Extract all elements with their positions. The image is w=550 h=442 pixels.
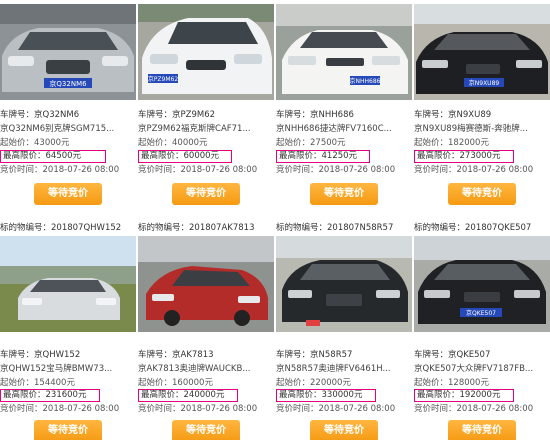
start-price-line: 起始价：128000元 bbox=[414, 378, 489, 388]
bid-time-line: 竞价时间：2018-07-26 08:00 bbox=[276, 404, 396, 414]
vehicle-photo[interactable]: 京N9XU89 bbox=[414, 4, 550, 100]
auction-card: 标的物编号：201807N58R57 车牌号：京N58R57 京N58R57奥迪… bbox=[276, 221, 412, 440]
start-price-line: 起始价：182000元 bbox=[414, 138, 489, 148]
license-plate: 京NHH686 bbox=[350, 77, 381, 85]
wait-bid-button[interactable]: 等待竞价 bbox=[34, 420, 102, 440]
bid-time-line: 竞价时间：2018-07-26 08:00 bbox=[414, 165, 534, 175]
start-price-line: 起始价：160000元 bbox=[138, 378, 213, 388]
bid-time-line: 竞价时间：2018-07-26 08:00 bbox=[138, 165, 258, 175]
lot-number: 标的物编号：201807AK7813 bbox=[138, 223, 255, 233]
bid-time-line: 竞价时间：2018-07-26 08:00 bbox=[0, 165, 120, 175]
start-price-line: 起始价：43000元 bbox=[0, 138, 70, 148]
model-line: 京PZ9M62福克斯牌CAF71... bbox=[138, 124, 251, 134]
wait-bid-button[interactable]: 等待竞价 bbox=[448, 420, 516, 440]
plate-line: 车牌号：京N9XU89 bbox=[414, 110, 492, 120]
vehicle-photo[interactable]: 京Q32NM6 bbox=[0, 4, 136, 100]
white-sedan-image: 京NHH686 bbox=[276, 4, 412, 100]
black-sedan-image: 京QKE507 bbox=[414, 236, 550, 332]
auction-card: 京N9XU89 车牌号：京N9XU89 京N9XU89梅赛德斯-奔驰牌... 起… bbox=[414, 0, 550, 219]
white-hatchback-image: 京PZ9M62 bbox=[138, 4, 274, 100]
model-line: 京QHW152宝马牌BMW73... bbox=[0, 364, 113, 374]
max-price-highlight: 最高限价：41250元 bbox=[276, 150, 370, 163]
plate-line: 车牌号：京PZ9M62 bbox=[138, 110, 216, 120]
model-line: 京N58R57奥迪牌FV6461H... bbox=[276, 364, 391, 374]
bid-time-line: 竞价时间：2018-07-26 08:00 bbox=[0, 404, 120, 414]
plate-line: 车牌号：京QHW152 bbox=[0, 350, 81, 360]
wait-bid-button[interactable]: 等待竞价 bbox=[172, 183, 240, 205]
black-sedan-image: 京N9XU89 bbox=[414, 4, 550, 100]
plate-line: 车牌号：京QKE507 bbox=[414, 350, 491, 360]
wait-bid-button[interactable]: 等待竞价 bbox=[310, 420, 378, 440]
wait-bid-button[interactable]: 等待竞价 bbox=[34, 183, 102, 205]
start-price-line: 起始价：40000元 bbox=[138, 138, 208, 148]
plate-line: 车牌号：京AK7813 bbox=[138, 350, 214, 360]
max-price-highlight: 最高限价：330000元 bbox=[276, 389, 376, 402]
lot-number: 标的物编号：201807QHW152 bbox=[0, 223, 122, 233]
model-line: 京AK7813奥迪牌WAUCKB... bbox=[138, 364, 251, 374]
plate-line: 车牌号：京Q32NM6 bbox=[0, 110, 80, 120]
license-plate: 京QKE507 bbox=[466, 309, 496, 317]
max-price-highlight: 最高限价：231600元 bbox=[0, 389, 100, 402]
model-line: 京Q32NM6别克牌SGM715... bbox=[0, 124, 115, 134]
model-line: 京N9XU89梅赛德斯-奔驰牌... bbox=[414, 124, 528, 134]
lot-number: 标的物编号：201807QKE507 bbox=[414, 223, 532, 233]
wait-bid-button[interactable]: 等待竞价 bbox=[310, 183, 378, 205]
auction-card: 京PZ9M62 车牌号：京PZ9M62 京PZ9M62福克斯牌CAF71... … bbox=[138, 0, 274, 219]
bid-time-line: 竞价时间：2018-07-26 08:00 bbox=[276, 165, 396, 175]
max-price-highlight: 最高限价：240000元 bbox=[138, 389, 238, 402]
vehicle-photo[interactable]: 京QKE507 bbox=[414, 236, 550, 332]
start-price-line: 起始价：154400元 bbox=[0, 378, 75, 388]
license-plate: 京PZ9M62 bbox=[148, 75, 179, 83]
lot-number: 标的物编号：201807N58R57 bbox=[276, 223, 394, 233]
auction-card: 标的物编号：201807QHW152 车牌号：京QHW152 京QHW152宝马… bbox=[0, 221, 136, 440]
black-suv-image bbox=[276, 236, 412, 332]
max-price-highlight: 最高限价：273000元 bbox=[414, 150, 514, 163]
silver-sedan-image: 京Q32NM6 bbox=[0, 4, 136, 100]
start-price-line: 起始价：27500元 bbox=[276, 138, 346, 148]
red-coupe-image bbox=[138, 236, 274, 332]
vehicle-photo[interactable]: 京PZ9M62 bbox=[138, 4, 274, 100]
auction-card: 标的物编号：201807QKE507 京QKE507 车牌号：京QKE507 京… bbox=[414, 221, 550, 440]
max-price-highlight: 最高限价：64500元 bbox=[0, 150, 106, 163]
plate-line: 车牌号：京NHH686 bbox=[276, 110, 354, 120]
vehicle-photo[interactable] bbox=[276, 236, 412, 332]
bid-time-line: 竞价时间：2018-07-26 08:00 bbox=[138, 404, 258, 414]
bid-time-line: 竞价时间：2018-07-26 08:00 bbox=[414, 404, 534, 414]
max-price-highlight: 最高限价：60000元 bbox=[138, 150, 232, 163]
vehicle-photo[interactable] bbox=[138, 236, 274, 332]
vehicle-photo[interactable]: 京NHH686 bbox=[276, 4, 412, 100]
vehicle-photo[interactable] bbox=[0, 236, 136, 332]
auction-card: 标的物编号：201807AK7813 车牌号：京AK7813 京AK7813奥迪… bbox=[138, 221, 274, 440]
license-plate: 京Q32NM6 bbox=[49, 79, 87, 88]
silver-sedan-image bbox=[0, 236, 136, 332]
auction-grid: 京Q32NM6 车牌号：京Q32NM6 京Q32NM6别克牌SGM715... … bbox=[0, 0, 550, 442]
auction-card: 京Q32NM6 车牌号：京Q32NM6 京Q32NM6别克牌SGM715... … bbox=[0, 0, 136, 219]
max-price-highlight: 最高限价：192000元 bbox=[414, 389, 514, 402]
start-price-line: 起始价：220000元 bbox=[276, 378, 351, 388]
auction-card: 京NHH686 车牌号：京NHH686 京NHH686捷达牌FV7160C...… bbox=[276, 0, 412, 219]
model-line: 京NHH686捷达牌FV7160C... bbox=[276, 124, 392, 134]
wait-bid-button[interactable]: 等待竞价 bbox=[448, 183, 516, 205]
plate-line: 车牌号：京N58R57 bbox=[276, 350, 353, 360]
model-line: 京QKE507大众牌FV7187FB... bbox=[414, 364, 534, 374]
license-plate: 京N9XU89 bbox=[469, 79, 500, 87]
wait-bid-button[interactable]: 等待竞价 bbox=[172, 420, 240, 440]
